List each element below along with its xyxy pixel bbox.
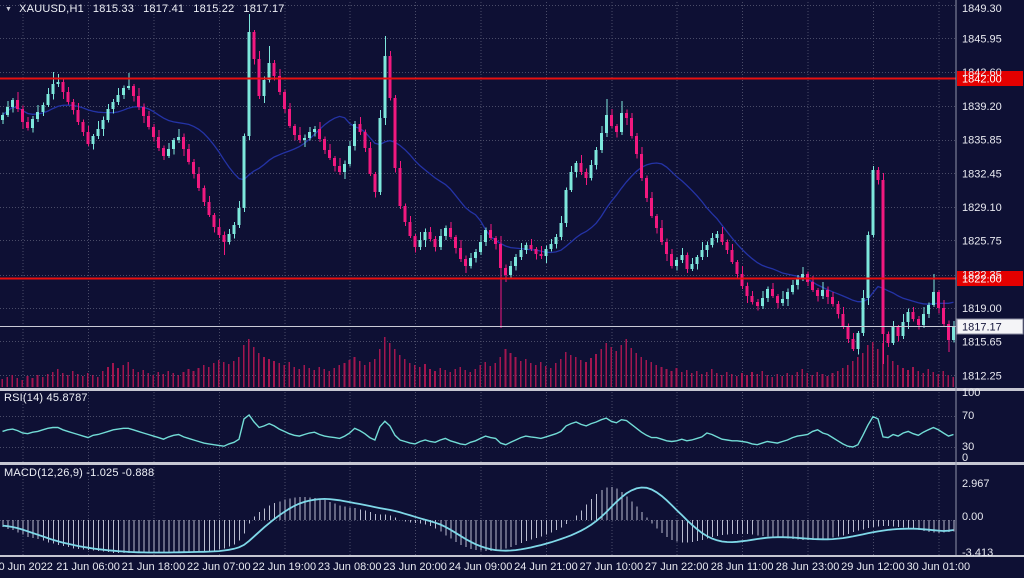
svg-text:21 Jun 18:00: 21 Jun 18:00 <box>122 561 186 573</box>
svg-text:1812.25: 1812.25 <box>962 371 1002 383</box>
macd-indicator-label: MACD(12,26,9) -1.025 -0.888 <box>4 467 154 479</box>
separator-rsi-macd[interactable] <box>0 462 1024 465</box>
svg-text:22 Jun 07:00: 22 Jun 07:00 <box>187 561 251 573</box>
svg-text:1815.65: 1815.65 <box>962 337 1002 349</box>
svg-text:1819.00: 1819.00 <box>962 303 1002 315</box>
price-axis-border <box>956 0 957 555</box>
svg-text:28 Jun 11:00: 28 Jun 11:00 <box>711 561 774 573</box>
svg-text:70: 70 <box>962 410 974 422</box>
symbol-timeframe-label: XAUUSD,H1 <box>19 3 84 15</box>
svg-text:0.00: 0.00 <box>962 511 983 523</box>
svg-text:23 Jun 08:00: 23 Jun 08:00 <box>318 561 382 573</box>
ohlc-high-value: 1817.41 <box>143 3 184 15</box>
svg-text:30 Jun 01:00: 30 Jun 01:00 <box>907 561 971 573</box>
svg-text:1835.85: 1835.85 <box>962 135 1002 147</box>
time-axis-labels[interactable]: 20 Jun 202221 Jun 06:0021 Jun 18:0022 Ju… <box>0 561 970 573</box>
svg-text:2.967: 2.967 <box>962 478 990 490</box>
svg-text:1832.45: 1832.45 <box>962 169 1002 181</box>
symbol-dropdown-icon[interactable]: ▼ <box>5 6 12 13</box>
svg-text:1817.17: 1817.17 <box>962 322 1002 334</box>
ohlc-close-value: 1817.17 <box>243 3 284 15</box>
ohlc-open-value: 1815.33 <box>93 3 134 15</box>
rsi-indicator-label: RSI(14) 45.8787 <box>4 392 88 404</box>
svg-text:1829.10: 1829.10 <box>962 202 1002 214</box>
svg-text:22 Jun 19:00: 22 Jun 19:00 <box>252 561 316 573</box>
svg-text:27 Jun 10:00: 27 Jun 10:00 <box>580 561 644 573</box>
svg-text:0: 0 <box>962 452 968 464</box>
svg-text:29 Jun 12:00: 29 Jun 12:00 <box>841 561 905 573</box>
svg-text:-3.413: -3.413 <box>962 547 993 559</box>
candlestick-chart-canvas[interactable]: 1842.001822.001817.171849.301845.951842.… <box>0 0 1024 578</box>
separator-macd-timeaxis <box>0 555 1024 557</box>
svg-text:24 Jun 09:00: 24 Jun 09:00 <box>449 561 513 573</box>
svg-text:28 Jun 23:00: 28 Jun 23:00 <box>776 561 840 573</box>
svg-text:1825.75: 1825.75 <box>962 236 1002 248</box>
svg-text:100: 100 <box>962 387 980 399</box>
svg-text:1849.30: 1849.30 <box>962 3 1002 15</box>
svg-text:1845.95: 1845.95 <box>962 34 1002 46</box>
ohlc-low-value: 1815.22 <box>193 3 234 15</box>
separator-main-rsi[interactable] <box>0 388 1024 391</box>
trading-chart-window: 1842.001822.001817.171849.301845.951842.… <box>0 0 1024 578</box>
svg-text:23 Jun 20:00: 23 Jun 20:00 <box>383 561 447 573</box>
svg-text:1839.20: 1839.20 <box>962 101 1002 113</box>
svg-text:1842.60: 1842.60 <box>962 67 1002 79</box>
svg-text:20 Jun 2022: 20 Jun 2022 <box>0 561 53 573</box>
svg-text:21 Jun 06:00: 21 Jun 06:00 <box>56 561 120 573</box>
symbol-info-bar: ▼ XAUUSD,H1 1815.33 1817.41 1815.22 1817… <box>5 3 285 15</box>
svg-text:1822.35: 1822.35 <box>962 270 1002 282</box>
svg-text:24 Jun 21:00: 24 Jun 21:00 <box>514 561 578 573</box>
svg-text:27 Jun 22:00: 27 Jun 22:00 <box>645 561 709 573</box>
